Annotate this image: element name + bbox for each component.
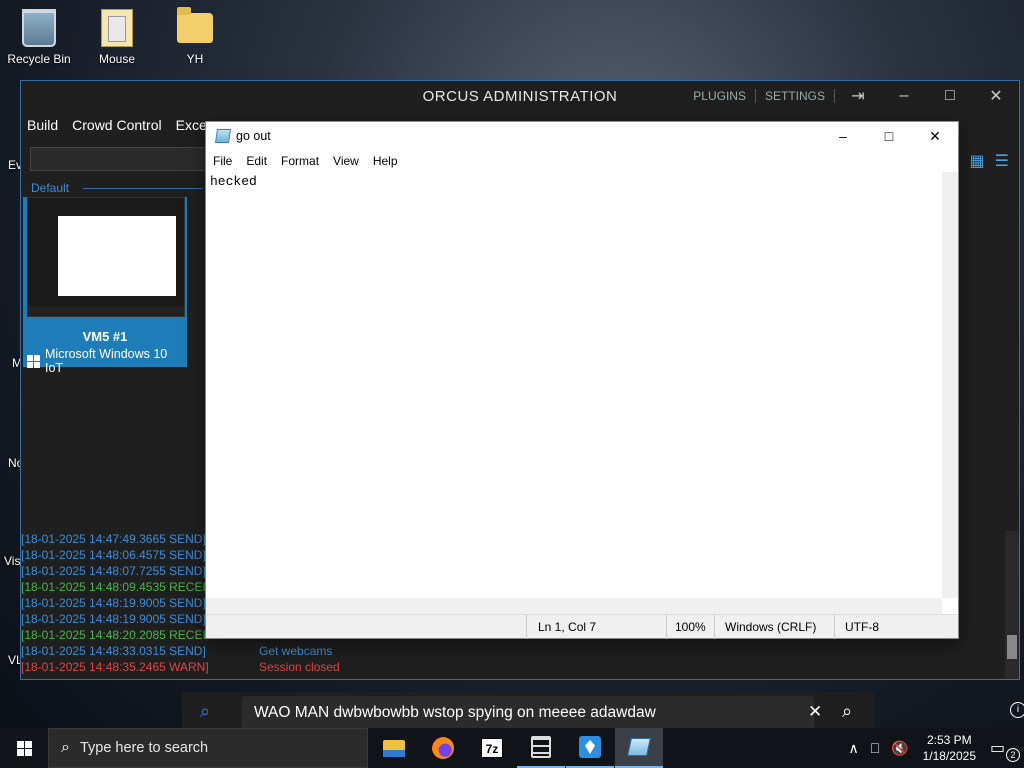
message-icon: ▭	[990, 740, 1006, 757]
notification-center[interactable]: ▭ 2	[990, 738, 1020, 762]
taskbar-notepad[interactable]	[615, 728, 663, 768]
notepad-icon	[215, 129, 231, 143]
server-icon	[531, 736, 551, 758]
menu-crowd-control[interactable]: Crowd Control	[72, 117, 161, 133]
menu-build[interactable]: Build	[27, 117, 58, 133]
taskbar-7zip[interactable]: 7z	[468, 728, 516, 768]
encoding: UTF-8	[845, 620, 879, 634]
line-ending: Windows (CRLF)	[725, 620, 817, 634]
start-button[interactable]	[0, 728, 48, 768]
maximize-button[interactable]: □	[927, 87, 973, 105]
menu-view[interactable]: View	[333, 154, 359, 168]
list-view-icon[interactable]: ☰	[995, 151, 1009, 171]
minimize-button[interactable]: –	[881, 87, 927, 105]
maximize-button[interactable]: □	[866, 122, 912, 150]
client-name: VM5 #1	[82, 329, 128, 344]
desktop-icon-mouse[interactable]: Mouse	[82, 8, 152, 66]
taskbar-search-placeholder: Type here to search	[79, 740, 209, 756]
notepad-window: go out – □ ✕ File Edit Format View Help …	[206, 122, 958, 639]
clock-time: 2:53 PM	[926, 733, 972, 747]
windows-logo-icon	[16, 740, 32, 756]
notepad-title: go out	[236, 129, 271, 143]
minimize-button[interactable]: –	[820, 122, 866, 150]
document-icon	[97, 8, 137, 48]
log-scrollbar[interactable]	[1005, 531, 1019, 679]
7zip-icon: 7z	[481, 738, 503, 758]
client-os: Microsoft Windows 10 IoT	[27, 347, 187, 375]
menu-exceptions[interactable]: Exce	[176, 117, 207, 133]
group-label[interactable]: Default	[31, 181, 69, 195]
file-explorer-icon	[383, 739, 405, 757]
notification-count: 2	[1006, 748, 1020, 762]
close-button[interactable]: ✕	[973, 86, 1019, 106]
menu-file[interactable]: File	[213, 154, 232, 168]
notepad-text-area[interactable]: hecked	[206, 172, 942, 598]
firefox-icon	[432, 737, 454, 759]
notepad-statusbar: Ln 1, Col 7 100% Windows (CRLF) UTF-8	[206, 614, 958, 639]
taskbar-clock[interactable]: 2:53 PM 1/18/2025	[923, 732, 976, 764]
info-icon[interactable]: i	[1010, 702, 1024, 718]
settings-link[interactable]: SETTINGS	[756, 89, 834, 103]
taskbar-server-manager[interactable]	[517, 728, 565, 768]
divider	[83, 188, 203, 189]
notepad-menubar: File Edit Format View Help	[206, 150, 958, 172]
taskbar-file-explorer[interactable]	[370, 728, 418, 768]
cursor-position: Ln 1, Col 7	[538, 620, 597, 634]
search-icon: ⌕	[61, 739, 70, 756]
vertical-scrollbar[interactable]	[942, 172, 958, 598]
taskbar-firefox[interactable]	[419, 728, 467, 768]
zoom-level: 100%	[675, 620, 706, 634]
notepad-icon	[627, 738, 651, 756]
close-button[interactable]: ✕	[912, 122, 958, 150]
taskbar-orcus[interactable]	[566, 728, 614, 768]
volume-muted-icon[interactable]: 🔇	[891, 740, 908, 757]
menu-help[interactable]: Help	[373, 154, 398, 168]
system-tray: ∧ ⎕ 🔇 2:53 PM 1/18/2025 ▭ 2	[843, 728, 1024, 768]
search-popup-input[interactable]: WAO MAN dwbwbowbb wstop spying on meeee …	[242, 696, 814, 730]
client-search-input[interactable]	[30, 147, 230, 171]
log-row: [18-01-2025 14:48:35.2465 WARN] Session c…	[21, 660, 340, 674]
windows-logo-icon	[27, 354, 40, 368]
search-icon: ⌕	[200, 701, 211, 721]
plugins-link[interactable]: PLUGINS	[684, 89, 755, 103]
client-card[interactable]: VM5 #1 Microsoft Windows 10 IoT	[23, 197, 187, 375]
horizontal-scrollbar[interactable]	[206, 598, 942, 614]
menu-edit[interactable]: Edit	[246, 154, 267, 168]
desktop-icon-label: Recycle Bin	[7, 52, 71, 66]
client-os-label: Microsoft Windows 10 IoT	[45, 347, 168, 375]
clear-icon[interactable]: ✕	[808, 702, 822, 722]
orcus-menubar: Build Crowd Control Exce	[27, 117, 207, 133]
orcus-titlebar[interactable]: ORCUS ADMINISTRATION PLUGINS SETTINGS ⇥ …	[21, 81, 1019, 111]
network-icon[interactable]: ⎕	[871, 740, 879, 757]
chevron-up-icon[interactable]: ∧	[849, 740, 859, 757]
client-screen-thumbnail	[27, 197, 185, 317]
taskbar-search[interactable]: ⌕ Type here to search	[48, 728, 368, 768]
desktop-icon-label: YH	[186, 52, 204, 66]
clock-date: 1/18/2025	[922, 749, 976, 763]
desktop-icon-fragment[interactable]: Vis	[4, 554, 20, 568]
grid-view-icon[interactable]: ▦	[970, 151, 985, 171]
notepad-titlebar[interactable]: go out – □ ✕	[206, 122, 958, 150]
desktop-icon-label: Mouse	[98, 52, 136, 66]
folder-icon	[175, 7, 215, 48]
desktop-icon-yh[interactable]: YH	[160, 7, 230, 66]
desktop-icon-recycle-bin[interactable]: Recycle Bin	[4, 8, 74, 66]
log-row: [18-01-2025 14:48:33.0315 SEND] Get webca…	[21, 644, 333, 658]
search-icon[interactable]: ⌕	[842, 701, 852, 722]
taskbar: ⌕ Type here to search 7z ∧ ⎕ 🔇 2:53 PM 1…	[0, 728, 1024, 768]
recycle-bin-icon	[19, 8, 59, 48]
menu-format[interactable]: Format	[281, 154, 319, 168]
orcus-icon	[579, 736, 601, 758]
logout-icon[interactable]: ⇥	[835, 86, 881, 106]
